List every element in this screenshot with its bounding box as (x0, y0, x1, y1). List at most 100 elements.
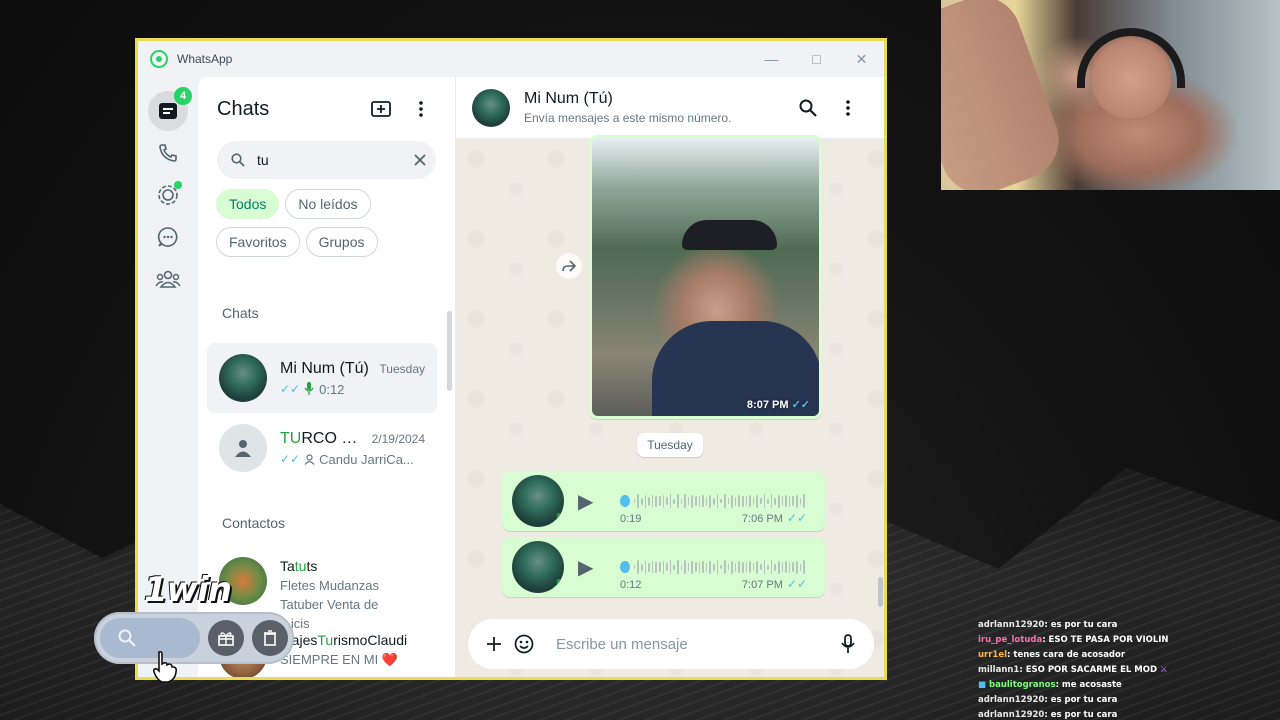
voice-message[interactable]: ▶ 0:19 7:06 PM ✓✓ (502, 471, 825, 531)
search-messages-button[interactable] (788, 88, 828, 128)
new-chat-icon (371, 101, 391, 117)
stream-chat: adrlann12920: es por tu cara iru_pe_lotu… (978, 618, 1278, 720)
new-chat-button[interactable] (361, 89, 401, 129)
waveform-bar (796, 560, 798, 574)
waveform-bar (687, 497, 690, 505)
chat-preview: Candu JarriCa... (319, 451, 414, 467)
rail-chats-button[interactable]: 4 (148, 87, 192, 131)
clear-search-icon[interactable] (414, 154, 426, 166)
waveform-bar (774, 497, 777, 505)
minimize-button[interactable]: — (749, 51, 794, 67)
photo-cap (682, 220, 777, 250)
waveform-bar (648, 496, 650, 506)
chat-item-mi-num[interactable]: Mi Num (Tú) Tuesday ✓✓ 0:12 (207, 343, 437, 413)
waveform-bar (691, 560, 694, 574)
menu-button[interactable] (401, 89, 441, 129)
filter-unread-chip[interactable]: No leídos (285, 189, 371, 219)
waveform-bar (749, 561, 751, 573)
play-button[interactable]: ▶ (578, 489, 610, 514)
rail-communities-button[interactable] (148, 259, 188, 299)
stream-chat-line: iru_pe_lotuda: ESO TE PASA POR VIOLIN (978, 633, 1278, 648)
maximize-button[interactable]: □ (794, 51, 839, 67)
close-window-button[interactable]: ✕ (839, 51, 884, 68)
waveform-bar (760, 498, 762, 504)
selfie-photo[interactable] (592, 138, 819, 416)
waveform-bar (713, 497, 715, 505)
waveform[interactable] (620, 559, 805, 575)
name-rest: RCO N... (301, 429, 366, 447)
waveform-bar (792, 562, 795, 572)
plus-icon (487, 637, 501, 651)
waveform-bar (698, 495, 701, 507)
waveform-bar (731, 494, 733, 508)
waveform-bar (651, 495, 654, 507)
voice-time-text: 7:06 PM (741, 513, 783, 525)
waveform-bar (770, 494, 773, 508)
conversation-subtitle: Envía mensajes a este mismo número. (524, 111, 732, 125)
conversation-menu-button[interactable] (828, 88, 868, 128)
waveform-bar (778, 560, 780, 574)
waveform[interactable] (620, 493, 805, 509)
rail-status-button[interactable] (148, 175, 188, 215)
chat-message: : tenes cara de acosador (1007, 650, 1126, 660)
rail-calls-button[interactable] (148, 133, 188, 173)
voice-message[interactable]: ▶ 0:12 7:07 PM ✓✓ (502, 537, 825, 597)
waveform-bar (687, 563, 690, 571)
waveform-bar (752, 563, 755, 571)
waveform-bar (803, 494, 805, 508)
waveform-bar (655, 561, 657, 573)
waveform-bar (785, 495, 787, 507)
double-check-icon: ✓✓ (280, 452, 301, 466)
waveform-bar (763, 560, 766, 574)
person-small-icon (304, 453, 315, 465)
status-dot (174, 181, 182, 189)
waveform-bar (752, 497, 755, 505)
waveform-bar (637, 560, 639, 574)
conversation-scrollbar[interactable] (878, 577, 883, 607)
filter-groups-chip[interactable]: Grupos (305, 227, 378, 257)
waveform-bar (684, 494, 686, 508)
waveform-bar (763, 494, 766, 508)
conversation-name: Mi Num (Tú) (524, 90, 613, 107)
seek-knob[interactable] (620, 561, 630, 573)
chat-time: Tuesday (379, 361, 425, 376)
chat-list-scrollbar[interactable] (447, 311, 452, 391)
filter-all-chip[interactable]: Todos (216, 189, 280, 219)
person-icon (235, 440, 251, 457)
seek-knob[interactable] (620, 495, 630, 507)
waveform-bar (666, 497, 668, 505)
attach-button[interactable] (482, 624, 506, 664)
rail-channels-button[interactable] (148, 217, 188, 257)
emoji-button[interactable] (506, 624, 542, 664)
message-composer: Escribe un mensaje (468, 619, 874, 669)
waveform-bar (734, 496, 737, 506)
waveform-bar (680, 498, 683, 504)
waveform-bar (745, 562, 748, 572)
avatar (219, 354, 267, 402)
filter-favorites-chip[interactable]: Favoritos (216, 227, 300, 257)
chat-name: Mi Num (Tú) (280, 359, 369, 377)
waveform-bar (640, 497, 643, 505)
play-button[interactable]: ▶ (578, 555, 610, 580)
badge-icon: ■ (978, 680, 987, 690)
chat-username: millann1 (978, 665, 1020, 675)
name-highlight: TU (280, 429, 302, 447)
contact-avatar[interactable] (472, 88, 510, 127)
double-check-icon: ✓✓ (280, 382, 301, 396)
search-input[interactable]: tu (217, 141, 436, 179)
message-input[interactable]: Escribe un mensaje (556, 636, 836, 653)
waveform-bar (709, 560, 712, 574)
voice-time-text: 7:07 PM (741, 579, 783, 591)
avatar (512, 475, 564, 527)
voice-record-button[interactable] (836, 624, 860, 664)
forward-button[interactable] (556, 253, 582, 279)
conversation-header[interactable]: Mi Num (Tú) Envía mensajes a este mismo … (456, 77, 884, 139)
voice-duration: 0:12 (620, 579, 642, 591)
image-message[interactable]: 8:07 PM ✓✓ (589, 135, 822, 419)
waveform-bar (655, 495, 657, 507)
webcam-overlay (941, 0, 1280, 190)
chat-message: : es por tu cara (1044, 710, 1118, 720)
chat-item-turco[interactable]: TURCO N... 2/19/2024 ✓✓ Candu JarriCa... (207, 413, 437, 483)
message-area[interactable]: 8:07 PM ✓✓ Tuesday ▶ 0:19 7:06 PM ✓✓ ▶ 0… (456, 135, 884, 677)
double-check-icon: ✓✓ (786, 511, 807, 525)
